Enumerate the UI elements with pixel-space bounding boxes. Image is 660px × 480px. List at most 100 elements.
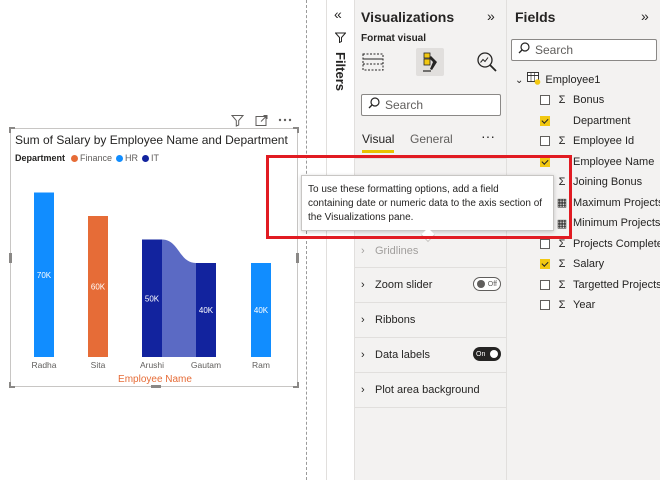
chart-title: Sum of Salary by Employee Name and Depar… [15, 133, 288, 147]
field-label: Minimum Projects [573, 217, 660, 229]
field-label: Employee Id [573, 135, 635, 147]
legend-label: IT [151, 153, 160, 163]
toggle-knob [477, 280, 485, 288]
field-checkbox[interactable] [540, 259, 550, 269]
zoom-slider-toggle[interactable]: Off [473, 277, 501, 291]
legend-label: Finance [80, 153, 113, 163]
field-checkbox[interactable] [540, 115, 550, 126]
focus-mode-icon[interactable] [254, 113, 268, 127]
legend-marker [116, 155, 124, 162]
x-tick-label: Radha [31, 360, 56, 370]
legend-item-finance[interactable]: Finance [71, 153, 112, 163]
field-label: Year [573, 299, 596, 311]
toggle-knob [490, 350, 498, 358]
sigma-icon: Σ [558, 135, 566, 147]
section-gridlines: › Gridlines [355, 234, 507, 268]
chart-visual[interactable]: 70K 60K 50K 40K 40K Radha Sita Arushi Gautam Ram E… [9, 127, 299, 388]
section-zoom-slider[interactable]: › Zoom slider Off [355, 268, 507, 303]
section-ribbons[interactable]: › Ribbons [355, 303, 507, 338]
field-item[interactable]: Σ Year [540, 296, 660, 314]
canvas-divider [306, 0, 307, 480]
search-input[interactable] [385, 98, 495, 112]
chevron-down-icon[interactable]: ⌄ [515, 75, 523, 86]
double-chevron-left-icon[interactable]: « [334, 6, 342, 22]
legend-marker [142, 155, 150, 162]
field-checkbox[interactable] [540, 136, 550, 146]
x-tick-label: Ram [252, 360, 270, 370]
visualizations-search[interactable] [361, 94, 501, 116]
field-label: Targetted Projects [573, 278, 660, 291]
fields-title: Fields [515, 9, 556, 25]
sigma-icon: Σ [558, 258, 566, 270]
format-visual-icon[interactable] [416, 48, 444, 76]
chevron-right-icon: › [361, 279, 365, 291]
field-label: Department [573, 114, 631, 127]
section-label: Gridlines [375, 244, 419, 257]
field-item[interactable]: Department [540, 112, 660, 130]
sigma-icon: Σ [558, 237, 566, 250]
table-node-employee1[interactable]: ⌄ Employee1 [515, 72, 600, 88]
section-label: Data labels [375, 349, 431, 361]
field-checkbox[interactable] [540, 279, 550, 290]
more-options-icon[interactable] [278, 113, 292, 127]
data-label: 70K [37, 271, 52, 280]
data-labels-toggle[interactable]: On [473, 347, 501, 361]
toggle-label: Off [487, 280, 497, 288]
section-data-labels[interactable]: › Data labels On [355, 338, 507, 373]
more-options-icon[interactable]: ··· [481, 128, 495, 144]
data-label: 40K [254, 306, 269, 315]
sigma-icon: Σ [558, 278, 566, 291]
legend-item-hr[interactable]: HR [116, 153, 138, 163]
data-label: 60K [91, 283, 106, 292]
sigma-icon: Σ [558, 299, 566, 311]
search-icon [518, 41, 530, 59]
field-checkbox[interactable] [540, 300, 550, 310]
field-checkbox[interactable] [540, 238, 550, 249]
field-checkbox[interactable] [540, 95, 550, 105]
section-plot-area-background[interactable]: › Plot area background [355, 373, 507, 408]
fields-pane: Fields » ⌄ Employee1 Σ Bonus Department Σ Em… [506, 0, 660, 480]
tab-visual[interactable]: Visual [362, 132, 395, 153]
section-label: Plot area background [375, 384, 480, 396]
toggle-label: On [476, 350, 486, 358]
x-tick-label: Gautam [191, 360, 221, 370]
table-icon [527, 72, 541, 88]
field-item[interactable]: Σ Bonus [540, 91, 660, 109]
data-label: 40K [199, 306, 214, 315]
field-label: Joining Bonus [573, 176, 643, 188]
fields-search[interactable] [511, 39, 657, 61]
legend-title: Department [15, 153, 66, 163]
power-bi-report-editor: 70K 60K 50K 40K 40K Radha Sita Arushi Gautam Ram E… [0, 0, 660, 480]
filter-icon[interactable] [230, 113, 244, 127]
x-axis-title: Employee Name [118, 374, 192, 385]
tab-general[interactable]: General [410, 132, 453, 146]
field-label: Employee Name [573, 155, 655, 168]
field-label: Projects Completed [573, 237, 660, 250]
chevron-right-icon: › [361, 314, 365, 326]
build-visual-icon[interactable] [359, 48, 387, 76]
section-label: Ribbons [375, 314, 416, 326]
filters-pane-collapsed[interactable]: « Filters [326, 0, 354, 480]
field-item[interactable]: Σ Targetted Projects [540, 276, 660, 294]
visual-header [230, 113, 292, 127]
chevron-right-icon: › [361, 349, 365, 361]
legend-item-it[interactable]: IT [142, 153, 159, 163]
filters-label[interactable]: Filters [333, 52, 348, 91]
search-input[interactable] [535, 43, 650, 57]
field-label: Maximum Projects [573, 196, 660, 209]
field-label: Salary [573, 258, 605, 270]
chart-plot: 70K 60K 50K 40K 40K Radha Sita Arushi Gautam Ram E… [31, 192, 271, 385]
field-label: Bonus [573, 94, 605, 106]
chevron-right-icon: › [361, 384, 365, 396]
double-chevron-right-icon[interactable]: » [641, 8, 649, 24]
x-tick-label: Arushi [140, 360, 164, 370]
chevron-right-icon: › [361, 244, 365, 257]
field-item[interactable]: Σ Salary [540, 255, 660, 273]
double-chevron-right-icon[interactable]: » [487, 8, 495, 24]
legend-marker [71, 155, 79, 162]
format-visual-label: Format visual [361, 33, 427, 44]
x-tick-label: Sita [91, 360, 106, 370]
field-item[interactable]: Σ Employee Id [540, 132, 660, 150]
table-name: Employee1 [545, 74, 601, 86]
analytics-icon[interactable] [473, 48, 501, 76]
